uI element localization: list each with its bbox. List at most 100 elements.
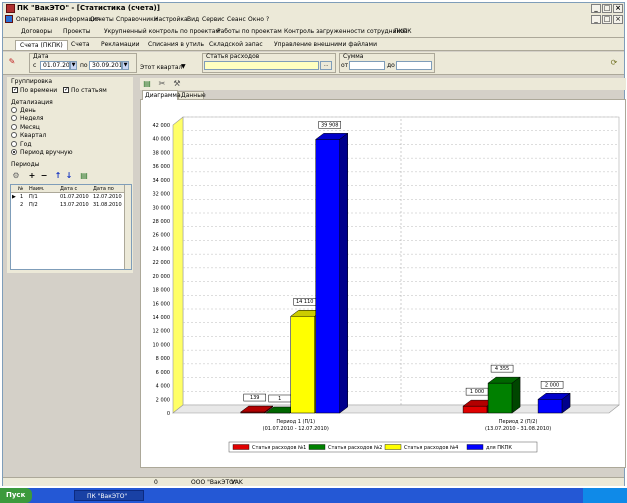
taskbar: Пуск ПК "ВакЭТО"	[0, 488, 627, 503]
date-from-input[interactable]: 01.07.2010	[40, 61, 70, 70]
menu-reports[interactable]: Отчеты	[90, 16, 114, 23]
tab-invoices[interactable]: Счета	[67, 40, 94, 50]
period-select[interactable]: Этот квартал	[140, 64, 182, 71]
table-row-1-to[interactable]: 12.07.2010	[93, 194, 122, 200]
maximize-button[interactable]: □	[602, 4, 612, 13]
by-time-label: По времени	[20, 87, 58, 94]
chart-toolbar: ▤ ✂ ⚒	[140, 78, 626, 90]
tab-project-works[interactable]: Работы по проектам	[213, 27, 286, 37]
menu-window[interactable]: Окно	[248, 16, 264, 23]
table-row-2-number[interactable]: 2	[20, 202, 23, 208]
module-tabs: Договоры Проекты Укрупненный контроль по…	[3, 25, 624, 38]
menu-view[interactable]: Вид	[187, 16, 199, 23]
start-button[interactable]: Пуск	[0, 488, 32, 503]
radio-manual-period-label: Период вручную	[20, 149, 73, 156]
child-minimize-button[interactable]: _	[591, 15, 601, 24]
by-time-checkbox[interactable]: ✓	[12, 87, 18, 93]
radio-month-label: Месяц	[20, 124, 40, 131]
table-row-1-from[interactable]: 01.07.2010	[60, 194, 89, 200]
menu-bar: Оперативная информация Отчеты Справочник…	[3, 14, 624, 25]
move-up-button[interactable]: ↑	[53, 171, 63, 181]
sum-to-input[interactable]	[396, 61, 432, 70]
table-row-2-name[interactable]: П/2	[29, 202, 38, 208]
data-label: 4 355	[495, 366, 509, 372]
chart-settings-icon[interactable]: ✂	[157, 79, 167, 89]
table-scrollbar[interactable]	[124, 185, 131, 269]
data-label: 2 000	[545, 382, 559, 388]
refresh-icon[interactable]: ⟳	[609, 58, 619, 68]
menu-operational[interactable]: Оперативная информация	[16, 16, 100, 23]
bar-chart: 02 0004 0006 0008 00010 00012 00014 0001…	[153, 116, 620, 453]
table-row-1-number[interactable]: 1	[20, 194, 23, 200]
data-label: 1	[278, 396, 281, 402]
date-to-label: по	[80, 62, 88, 69]
data-label: 1 000	[470, 389, 484, 395]
grouping-label: Группировка	[11, 78, 53, 85]
export-chart-icon[interactable]: ▤	[142, 79, 152, 89]
date-from-dropdown[interactable]: ▼	[70, 61, 77, 70]
table-row-2-to[interactable]: 31.08.2010	[93, 202, 122, 208]
radio-day[interactable]	[11, 107, 17, 113]
child-maximize-button[interactable]: □	[602, 15, 612, 24]
tab-contracts[interactable]: Договоры	[17, 27, 56, 37]
taskbar-app-item[interactable]: ПК "ВакЭТО"	[74, 490, 144, 501]
data-label: 14 110	[296, 299, 314, 305]
title-bar: ПК "ВакЭТО" - [Статистика (счета)] _ □ ×	[3, 3, 624, 14]
expense-browse-button[interactable]: ...	[320, 61, 332, 70]
move-down-button[interactable]: ↓	[64, 171, 74, 181]
tab-stock[interactable]: Складской запас	[205, 40, 267, 50]
sub-tabs: Счета (ПКПК) Счета Рекламации Списания в…	[3, 38, 624, 51]
doc-icon	[5, 15, 13, 23]
by-items-checkbox[interactable]: ✓	[63, 87, 69, 93]
status-company: ООО "ВакЭТО"	[191, 479, 237, 486]
tab-pkpk[interactable]: ПКПК	[390, 27, 416, 37]
data-label: 39 908	[321, 122, 339, 128]
radio-month[interactable]	[11, 124, 17, 130]
menu-session[interactable]: Сеанс	[227, 16, 246, 23]
x-category-label: Период 2 (П/2)	[499, 419, 538, 425]
tab-reclamations[interactable]: Рекламации	[97, 40, 144, 50]
y-tick-label: 38 000	[153, 150, 171, 156]
date-from-label: с	[33, 62, 37, 69]
table-row-1-name[interactable]: П/1	[29, 194, 38, 200]
date-to-dropdown[interactable]: ▼	[122, 61, 129, 70]
radio-week-label: Неделя	[20, 115, 44, 122]
chart-tools-icon[interactable]: ⚒	[172, 79, 182, 89]
menu-settings[interactable]: Настройка	[154, 16, 188, 23]
legend-swatch	[384, 444, 402, 450]
period-dropdown-icon[interactable]: ▼	[181, 63, 186, 70]
y-tick-label: 18 000	[153, 288, 171, 294]
col-header-number: №	[18, 186, 24, 192]
menu-references[interactable]: Справочники	[116, 16, 158, 23]
table-row-2-from[interactable]: 13.07.2010	[60, 202, 89, 208]
col-header-date-to: Дата по	[93, 186, 114, 192]
tab-diagram[interactable]: Диаграмма	[142, 90, 181, 100]
tab-write-offs[interactable]: Списания в утиль	[144, 40, 208, 50]
chart-pane: 02 000 4 000 6 000 8 000 10 000 12 000 14 000 1…	[140, 99, 626, 468]
radio-quarter[interactable]	[11, 132, 17, 138]
remove-period-button[interactable]: −	[39, 171, 49, 181]
tab-external-files[interactable]: Управление внешними файлами	[270, 40, 381, 50]
tab-invoices-pkpk[interactable]: Счета (ПКПК)	[15, 40, 68, 50]
radio-manual-period[interactable]	[11, 149, 17, 155]
menu-service[interactable]: Сервис	[202, 16, 224, 23]
expense-input[interactable]	[204, 61, 319, 70]
period-settings-icon[interactable]: ⚙	[11, 171, 21, 181]
tab-project-control[interactable]: Укрупненный контроль по проектам	[100, 27, 224, 37]
print-icon[interactable]: ✎	[7, 57, 17, 67]
app-icon	[6, 4, 15, 13]
periods-label: Периоды	[11, 161, 40, 168]
minimize-button[interactable]: _	[591, 4, 601, 13]
radio-week[interactable]	[11, 115, 17, 121]
y-tick-label: 10 000	[153, 342, 171, 348]
radio-day-label: День	[20, 107, 36, 114]
close-button[interactable]: ×	[613, 4, 623, 13]
date-to-input[interactable]: 30.09.2010	[89, 61, 122, 70]
menu-help[interactable]: ?	[266, 16, 269, 23]
tab-projects[interactable]: Проекты	[59, 27, 95, 37]
sum-from-input[interactable]	[349, 61, 385, 70]
child-close-button[interactable]: ×	[613, 15, 623, 24]
radio-year[interactable]	[11, 141, 17, 147]
export-icon[interactable]: ▤	[79, 171, 89, 181]
add-period-button[interactable]: +	[27, 171, 37, 181]
